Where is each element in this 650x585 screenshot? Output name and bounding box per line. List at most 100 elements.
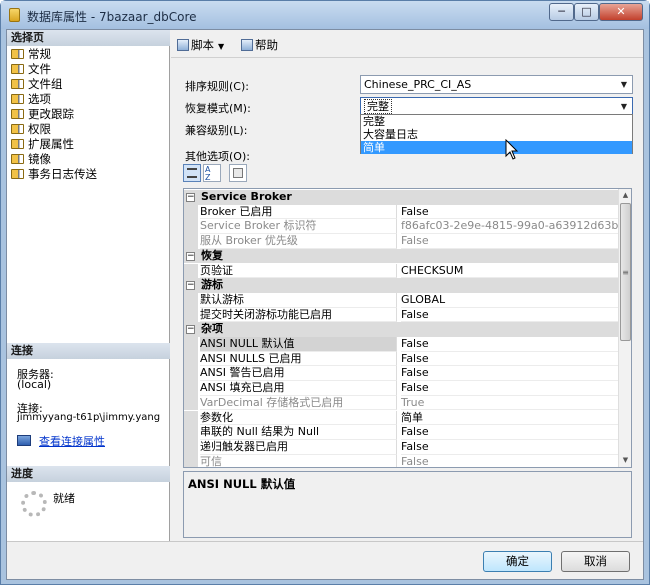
property-value[interactable]: 简单 [401,411,618,426]
view-connection-properties-link[interactable]: 查看连接属性 [39,433,105,449]
property-pages-button[interactable] [229,164,247,182]
grid-property-row[interactable]: 串联的 Null 结果为 Null False [184,425,618,440]
collapse-icon[interactable]: − [186,325,195,335]
collation-combo[interactable]: Chinese_PRC_CI_AS ▼ [360,75,633,94]
ok-button[interactable]: 确定 [483,551,552,572]
grid-property-row[interactable]: ANSI NULL 默认值 False [184,337,618,352]
property-value[interactable]: False [401,381,618,396]
grid-property-row[interactable]: 参数化 简单 [184,410,618,426]
scroll-up-icon[interactable]: ▲ [619,189,631,202]
grid-property-row[interactable]: ANSI 填充已启用 False [184,381,618,396]
property-name: 服从 Broker 优先级 [200,234,397,249]
property-name: VarDecimal 存储格式已启用 [200,395,397,411]
categorized-button[interactable] [183,164,201,182]
connection-header: 连接 [7,343,170,359]
property-value: f86afc03-2e9e-4815-99a0-a63912d63b58 [401,219,618,235]
category-label: 杂项 [201,322,223,336]
dropdown-arrow-icon[interactable]: ▼ [218,42,224,51]
mouse-cursor-icon [505,139,519,160]
grid-property-row[interactable]: ANSI NULLS 已启用 False [184,351,618,367]
category-label: 游标 [201,278,223,292]
page-item-mirroring[interactable]: 镜像 [11,152,51,167]
title-bar[interactable]: 数据库属性 - 7bazaar_dbCore ─ □ ✕ [1,1,649,29]
grid-property-row[interactable]: 默认游标 GLOBAL [184,292,618,308]
grid-category-row[interactable]: − 杂项 [184,322,618,337]
page-item-general[interactable]: 常规 [11,47,51,62]
option-full[interactable]: 完整 [361,115,632,128]
property-value[interactable]: False [401,440,618,455]
progress-spinner-icon [21,491,47,517]
page-icon [11,124,24,134]
property-description: ANSI NULL 默认值 [183,471,632,538]
property-value: True [401,396,618,411]
maximize-button[interactable]: □ [574,3,599,21]
property-value[interactable]: False [401,205,618,220]
row-margin [184,263,198,279]
grid-property-row[interactable]: 提交时关闭游标功能已启用 False [184,307,618,323]
grid-property-row[interactable]: Service Broker 标识符 f86afc03-2e9e-4815-99a… [184,219,618,235]
property-value[interactable]: False [401,352,618,367]
alphabetical-button[interactable]: AZ [203,164,221,182]
chevron-down-icon[interactable]: ▼ [616,98,632,115]
property-name: Broker 已启用 [200,204,397,220]
description-title: ANSI NULL 默认值 [188,477,296,491]
scroll-thumb[interactable]: ≡ [620,203,631,341]
grid-property-row[interactable]: ANSI 警告已启用 False [184,366,618,382]
minimize-button[interactable]: ─ [549,3,574,21]
property-value[interactable]: False [401,366,618,382]
page-item-filegroups[interactable]: 文件组 [11,77,63,92]
row-margin [184,395,198,411]
option-bulk-logged[interactable]: 大容量日志 [361,128,632,141]
property-value[interactable]: False [401,308,618,323]
row-margin [184,366,198,382]
page-icon [11,109,24,119]
collation-label: 排序规则(C): [185,80,249,93]
page-item-change-tracking[interactable]: 更改跟踪 [11,107,74,122]
collapse-icon[interactable]: − [186,251,195,261]
property-name: 提交时关闭游标功能已启用 [200,307,397,323]
page-item-log-shipping[interactable]: 事务日志传送 [11,167,97,182]
help-button[interactable]: 帮助 [241,37,278,53]
collapse-icon[interactable]: − [186,281,195,291]
script-button[interactable]: 脚本 ▼ [177,37,224,53]
scroll-down-icon[interactable]: ▼ [619,454,631,467]
grid-property-row[interactable]: VarDecimal 存储格式已启用 True [184,395,618,411]
property-value[interactable]: GLOBAL [401,293,618,308]
grid-category-row[interactable]: − 恢复 [184,248,618,264]
grid-property-row[interactable]: 页验证 CHECKSUM [184,263,618,279]
main-pane: 脚本 ▼ 帮助 排序规则(C): Chinese_PRC_CI_AS ▼ 恢复模式(… [171,30,643,541]
grid-property-row[interactable]: 服从 Broker 优先级 False [184,234,618,249]
close-button[interactable]: ✕ [599,3,643,21]
page-item-files[interactable]: 文件 [11,62,51,77]
property-value[interactable]: False [401,337,618,352]
property-value[interactable]: False [401,425,618,440]
property-name: 串联的 Null 结果为 Null [200,425,397,440]
page-item-options[interactable]: 选项 [11,92,51,107]
property-name: 可信 [200,454,397,467]
grid-property-row[interactable]: Broker 已启用 False [184,204,618,220]
grid-property-row[interactable]: 可信 False [184,454,618,467]
row-margin [184,454,198,467]
row-margin [184,219,198,235]
grid-category-row[interactable]: − Service Broker [184,190,618,205]
property-name: 参数化 [200,410,397,426]
property-grid: − Service Broker Broker 已启用 False Service Br… [183,188,632,468]
vertical-scrollbar[interactable]: ▲ ≡ ▼ [618,189,631,467]
property-value[interactable]: CHECKSUM [401,264,618,279]
page-item-permissions[interactable]: 权限 [11,122,51,137]
page-item-extended-properties[interactable]: 扩展属性 [11,137,74,152]
chevron-down-icon[interactable]: ▼ [616,76,632,93]
other-options-label: 其他选项(O): [185,150,250,163]
grid-property-row[interactable]: 递归触发器已启用 False [184,439,618,455]
page-icon [11,49,24,59]
collapse-icon[interactable]: − [186,193,195,202]
compat-level-label: 兼容级别(L): [185,124,248,137]
server-value: (local) [17,378,52,391]
property-name: 页验证 [200,263,397,279]
recovery-model-dropdown: 完整 大容量日志 简单 [360,114,633,154]
connection-properties-icon [17,435,31,446]
option-simple[interactable]: 简单 [361,141,632,154]
grid-category-row[interactable]: − 游标 [184,278,618,293]
cancel-button[interactable]: 取消 [561,551,630,572]
page-icon [11,154,24,164]
